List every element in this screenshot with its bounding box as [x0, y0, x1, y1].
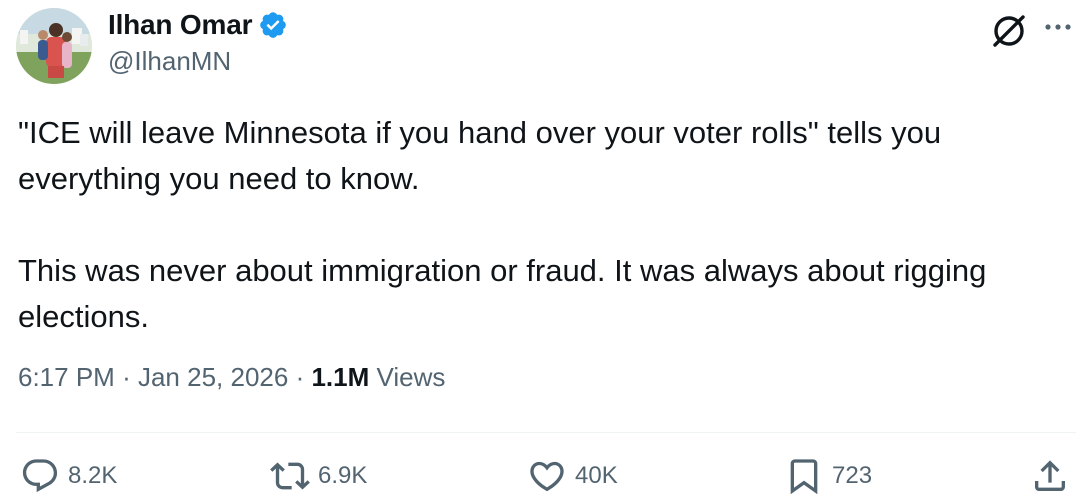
meta-separator: · — [122, 362, 131, 392]
more-icon[interactable] — [1042, 12, 1074, 42]
verified-badge-icon[interactable] — [258, 10, 288, 40]
tweet-time[interactable]: 6:17 PM — [18, 362, 115, 392]
tweet-paragraph: "ICE will leave Minnesota if you hand ov… — [18, 115, 942, 196]
grok-icon[interactable] — [988, 10, 1030, 52]
tweet-date[interactable]: Jan 25, 2026 — [138, 362, 288, 392]
reply-count: 8.2K — [68, 462, 118, 489]
repost-count: 6.9K — [318, 462, 368, 489]
like-button[interactable]: 40K — [527, 456, 618, 496]
reply-icon — [20, 456, 60, 496]
tweet-text: "ICE will leave Minnesota if you hand ov… — [18, 110, 1068, 340]
author-display-name[interactable]: Ilhan Omar — [108, 9, 252, 41]
divider — [16, 432, 1076, 433]
meta-separator: · — [295, 362, 305, 392]
like-count: 40K — [575, 462, 618, 489]
tweet-card: Ilhan Omar @IlhanMN "ICE will leave Minn… — [0, 0, 1088, 500]
heart-icon — [527, 456, 567, 496]
avatar[interactable] — [16, 8, 92, 84]
repost-icon — [270, 456, 310, 496]
share-icon — [1030, 456, 1070, 496]
bookmark-count: 723 — [832, 462, 873, 489]
share-button[interactable] — [1030, 456, 1070, 496]
views-label: Views — [376, 362, 446, 392]
views-count: 1.1M — [311, 362, 370, 392]
tweet-metadata: 6:17 PM · Jan 25, 2026 · 1.1M Views — [18, 362, 445, 393]
repost-button[interactable]: 6.9K — [270, 456, 367, 496]
bookmark-icon — [784, 456, 824, 496]
bookmark-button[interactable]: 723 — [784, 456, 872, 496]
tweet-paragraph: This was never about immigration or frau… — [18, 253, 987, 334]
author-handle[interactable]: @IlhanMN — [108, 46, 231, 77]
author-name-row: Ilhan Omar — [108, 8, 288, 42]
reply-button[interactable]: 8.2K — [20, 456, 117, 496]
